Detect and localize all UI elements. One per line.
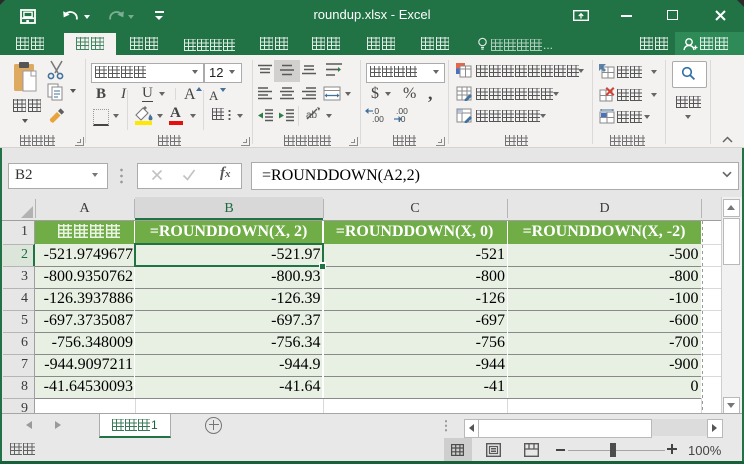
svg-text:ab: ab (306, 110, 318, 121)
